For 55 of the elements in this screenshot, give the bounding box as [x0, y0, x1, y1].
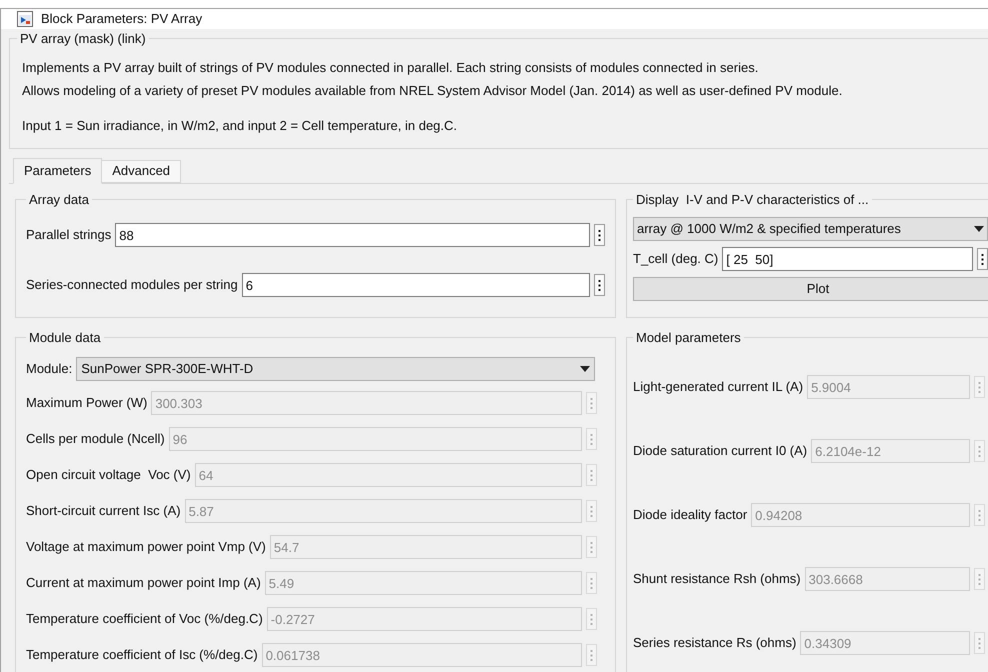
field-label: Temperature coefficient of Isc (%/deg.C)	[26, 646, 258, 664]
field-label: Open circuit voltage Voc (V)	[26, 466, 191, 484]
vertical-dots-icon	[598, 230, 601, 240]
vertical-dots-icon	[590, 470, 593, 480]
field-label: Parallel strings	[26, 226, 112, 244]
vertical-dots-icon	[590, 542, 593, 552]
options-button[interactable]	[977, 248, 988, 270]
dropdown-arrow-icon	[974, 226, 984, 232]
input-field[interactable]: [ 25 50]	[722, 247, 973, 271]
description-text: Allows modeling of a variety of preset PV modules available from NREL System Advisor Model (Jan. 2014) as well as user-defined PV module.	[22, 82, 844, 100]
field-label: Series-connected modules per string	[26, 276, 238, 294]
vertical-dots-icon	[978, 574, 981, 584]
vertical-dots-icon	[981, 254, 984, 264]
field-label: Temperature coefficient of Voc (%/deg.C)	[26, 610, 263, 628]
window-title: Block Parameters: PV Array	[41, 10, 202, 28]
section-title: PV array (mask) (link)	[19, 30, 147, 48]
field-label: Short-circuit current Isc (A)	[26, 502, 181, 520]
description-text: Implements a PV array built of strings of PV modules connected in parallel. Each string consists of modules connected in series.	[22, 59, 760, 77]
field-label: Diode saturation current I0 (A)	[633, 442, 808, 460]
field-label: Cells per module (Ncell)	[26, 430, 165, 448]
group-title: Model parameters	[635, 328, 742, 347]
tab[interactable]: Parameters	[13, 158, 102, 184]
field-label: T_cell (deg. C)	[633, 250, 718, 268]
vertical-dots-icon	[590, 650, 593, 660]
group-title: Display I-V and P-V characteristics of ...	[635, 190, 870, 209]
field-label: Current at maximum power point Imp (A)	[26, 574, 261, 592]
module-label: Module:	[26, 360, 72, 378]
field-label: Voltage at maximum power point Vmp (V)	[26, 538, 266, 556]
vertical-dots-icon	[978, 510, 981, 520]
group-title: Module data	[28, 328, 102, 346]
vertical-dots-icon	[598, 280, 601, 290]
group-title: Array data	[28, 190, 90, 209]
field-label: Series resistance Rs (ohms)	[633, 634, 796, 652]
options-button[interactable]	[594, 224, 605, 246]
input-field[interactable]: 88	[115, 223, 590, 247]
vertical-dots-icon	[590, 506, 593, 516]
input-field[interactable]: 6	[242, 273, 590, 297]
vertical-dots-icon	[978, 382, 981, 392]
tab[interactable]: Advanced	[102, 160, 182, 182]
vertical-dots-icon	[590, 434, 593, 444]
vertical-dots-icon	[590, 614, 593, 624]
plot-button[interactable]: Plot	[633, 277, 988, 301]
display-dropdown[interactable]: array @ 1000 W/m2 & specified temperatures	[633, 217, 988, 241]
field-label: Diode ideality factor	[633, 506, 748, 524]
vertical-dots-icon	[590, 578, 593, 588]
description-text: Input 1 = Sun irradiance, in W/m2, and input 2 = Cell temperature, in deg.C.	[22, 117, 458, 135]
vertical-dots-icon	[590, 398, 593, 408]
vertical-dots-icon	[978, 446, 981, 456]
dropdown-arrow-icon	[580, 366, 590, 372]
options-button[interactable]	[594, 274, 605, 296]
field-label: Shunt resistance Rsh (ohms)	[633, 570, 801, 588]
module-dropdown[interactable]: SunPower SPR-300E-WHT-D	[76, 357, 595, 381]
field-label: Light-generated current IL (A)	[633, 378, 804, 396]
field-label: Maximum Power (W)	[26, 394, 148, 412]
vertical-dots-icon	[978, 638, 981, 648]
